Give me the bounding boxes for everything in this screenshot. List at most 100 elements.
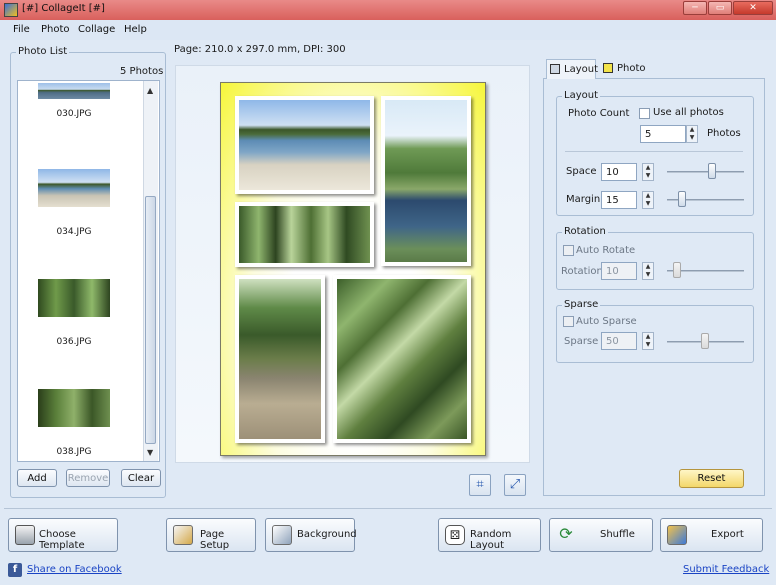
layout-icon (550, 64, 560, 74)
photo-count-spinner[interactable]: ▲ ▼ (686, 125, 698, 143)
choose-template-button[interactable]: Choose Template (8, 518, 118, 552)
tab-layout-label: Layout (564, 64, 598, 75)
menu-bar: File Photo Collage Help (0, 20, 776, 40)
photo-count: 5 Photos (120, 66, 164, 77)
rotation-label: Rotation (561, 266, 603, 277)
space-slider-thumb[interactable] (708, 163, 716, 179)
rotation-spinner[interactable]: ▲ ▼ (642, 262, 654, 280)
photos-unit-label: Photos (707, 128, 741, 139)
rotation-slider-thumb[interactable] (673, 262, 681, 278)
minimize-button[interactable]: ─ (683, 1, 707, 15)
auto-sparse-checkbox[interactable] (563, 316, 574, 327)
export-label: Export (711, 529, 744, 540)
background-button[interactable]: Background (265, 518, 357, 552)
fit-to-window-icon[interactable]: ⤢ (504, 474, 526, 496)
sparse-slider-thumb[interactable] (701, 333, 709, 349)
bottom-separator (4, 508, 772, 509)
menu-file[interactable]: File (13, 24, 30, 35)
photo-icon (603, 63, 613, 73)
tab-photo[interactable]: Photo (600, 59, 652, 79)
photo-thumbnail (38, 389, 110, 427)
random-layout-label: Random Layout (470, 529, 512, 551)
collage-photo[interactable] (333, 275, 471, 443)
sparse-group (556, 305, 754, 363)
page-setup-button[interactable]: Page Setup (166, 518, 256, 552)
collage-page[interactable] (220, 82, 486, 456)
list-item[interactable]: 038.JPG (18, 389, 144, 461)
photo-thumbnail (38, 279, 110, 317)
menu-photo[interactable]: Photo (41, 24, 70, 35)
random-layout-button[interactable]: ⚄ Random Layout (438, 518, 541, 552)
shuffle-button[interactable]: ⟳ Shuffle (549, 518, 653, 552)
photo-thumbnail (38, 83, 110, 99)
tab-photo-label: Photo (617, 63, 646, 74)
background-icon (272, 525, 292, 545)
page-setup-icon (173, 525, 193, 545)
space-input[interactable]: 10 (601, 163, 637, 181)
export-button[interactable]: Export (660, 518, 763, 552)
remove-button[interactable]: Remove (66, 469, 110, 487)
facebook-icon[interactable]: f (8, 563, 22, 577)
app-icon (4, 3, 18, 17)
divider (565, 151, 743, 152)
space-slider-track[interactable] (667, 171, 744, 173)
export-icon (667, 525, 687, 545)
margin-slider-thumb[interactable] (678, 191, 686, 207)
title-bar (0, 0, 776, 20)
rotation-group-title: Rotation (562, 226, 608, 237)
margin-input[interactable]: 15 (601, 191, 637, 209)
use-all-photos-checkbox[interactable] (639, 108, 650, 119)
photo-filename: 034.JPG (56, 227, 92, 237)
sparse-group-title: Sparse (562, 299, 601, 310)
menu-help[interactable]: Help (124, 24, 147, 35)
menu-collage[interactable]: Collage (78, 24, 115, 35)
photo-list-label: Photo List (16, 46, 70, 57)
scrollbar-thumb[interactable] (145, 196, 156, 444)
collage-photo[interactable] (381, 96, 471, 266)
photo-list[interactable]: 030.JPG 034.JPG 036.JPG 038.JPG (17, 80, 160, 462)
add-button[interactable]: Add (17, 469, 57, 487)
collage-photo[interactable] (235, 202, 374, 267)
rotation-group (556, 232, 754, 290)
auto-rotate-checkbox[interactable] (563, 245, 574, 256)
photo-count-input[interactable]: 5 (640, 125, 686, 143)
scroll-up-icon[interactable]: ▲ (147, 86, 153, 95)
sparse-label: Sparse (564, 336, 599, 347)
shuffle-icon: ⟳ (559, 524, 573, 543)
photo-thumbnail (38, 169, 110, 207)
close-button[interactable]: ✕ (733, 1, 773, 15)
template-icon (15, 525, 35, 545)
scroll-down-icon[interactable]: ▼ (147, 448, 153, 457)
rotation-input[interactable]: 10 (601, 262, 637, 280)
page-info: Page: 210.0 x 297.0 mm, DPI: 300 (174, 44, 346, 55)
clear-button[interactable]: Clear (121, 469, 161, 487)
share-on-facebook-link[interactable]: Share on Facebook (27, 564, 122, 575)
sparse-spinner[interactable]: ▲ ▼ (642, 332, 654, 350)
auto-sparse-label: Auto Sparse (576, 316, 637, 327)
photo-filename: 036.JPG (56, 337, 92, 347)
margin-spinner[interactable]: ▲ ▼ (642, 191, 654, 209)
collage-photo[interactable] (235, 96, 374, 194)
shuffle-label: Shuffle (600, 529, 635, 540)
background-label: Background (297, 529, 357, 540)
crop-icon[interactable]: ⌗ (469, 474, 491, 496)
photo-filename: 038.JPG (56, 447, 92, 457)
submit-feedback-link[interactable]: Submit Feedback (683, 564, 769, 575)
sparse-input[interactable]: 50 (601, 332, 637, 350)
tab-layout[interactable]: Layout (546, 59, 598, 79)
reset-button[interactable]: Reset (679, 469, 744, 488)
page-setup-label: Page Setup (200, 529, 230, 551)
collage-photo[interactable] (235, 275, 325, 443)
window-title: [#] CollageIt [#] (22, 3, 105, 14)
layout-group-title: Layout (562, 90, 600, 101)
list-item[interactable]: 036.JPG (18, 279, 144, 389)
space-label: Space (566, 166, 597, 177)
use-all-photos-label: Use all photos (653, 107, 724, 118)
list-item[interactable]: 034.JPG (18, 169, 144, 279)
space-spinner[interactable]: ▲ ▼ (642, 163, 654, 181)
list-item[interactable]: 030.JPG (18, 81, 144, 181)
maximize-button[interactable]: ▭ (708, 1, 732, 15)
photo-count-label: Photo Count (568, 108, 630, 119)
auto-rotate-label: Auto Rotate (576, 245, 636, 256)
photo-filename: 030.JPG (56, 109, 92, 119)
